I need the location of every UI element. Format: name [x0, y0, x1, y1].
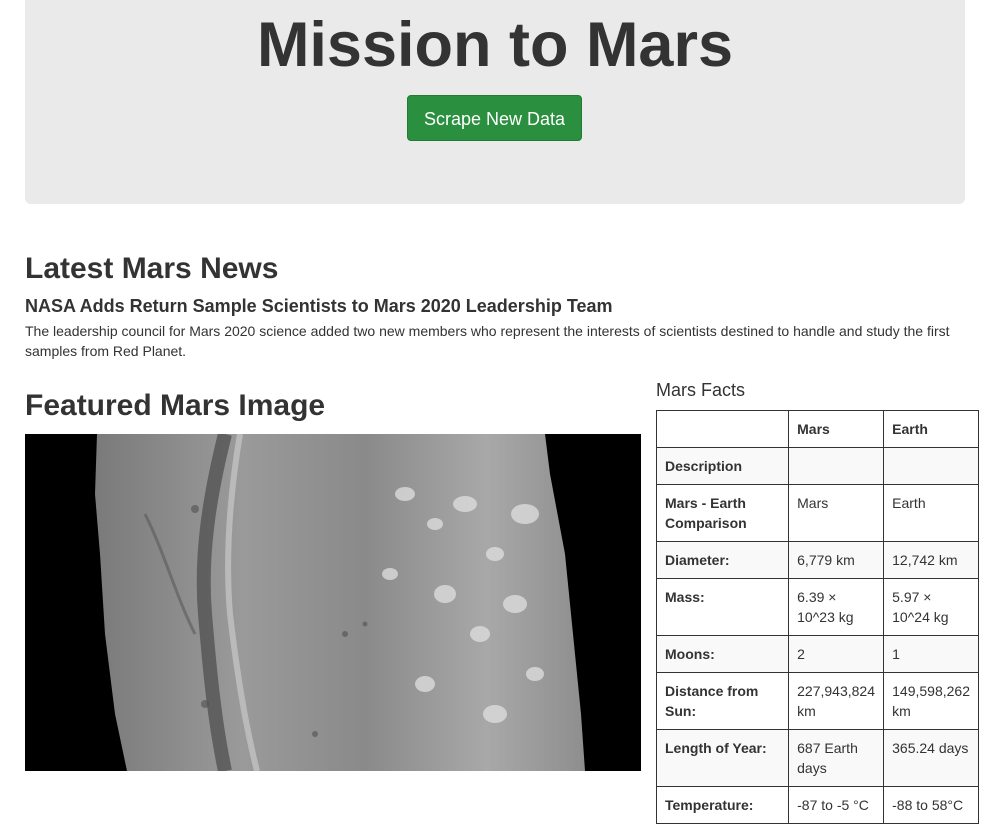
table-row: Length of Year: 687 Earth days 365.24 da…: [655, 729, 979, 787]
table-row: Temperature: -87 to -5 °C -88 to 58°C: [655, 786, 979, 824]
column-header-mars: Mars: [788, 410, 885, 448]
table-row: Moons: 2 1: [655, 635, 979, 673]
row-mars-value: Mars: [788, 484, 885, 542]
row-earth-value: 1: [883, 635, 979, 673]
table-header-row: Mars Earth: [655, 410, 979, 448]
table-row: Mars - Earth Comparison Mars Earth: [655, 484, 979, 542]
row-key: Moons:: [655, 635, 790, 673]
row-earth-value: 12,742 km: [883, 541, 979, 579]
row-earth-value: 149,598,262 km: [883, 672, 979, 730]
row-mars-value: 687 Earth days: [788, 729, 885, 787]
table-row: Diameter: 6,779 km 12,742 km: [655, 541, 979, 579]
scrape-new-data-button[interactable]: Scrape New Data: [407, 95, 582, 141]
row-mars-value: 227,943,824 km: [788, 672, 885, 730]
column-header-earth: Earth: [883, 410, 979, 448]
row-mars-value: -87 to -5 °C: [788, 786, 885, 824]
row-earth-value: Earth: [883, 484, 979, 542]
table-row: Description: [655, 447, 979, 485]
row-mars-value: 2: [788, 635, 885, 673]
table-row: Mass: 6.39 × 10^23 kg 5.97 × 10^24 kg: [655, 578, 979, 636]
mars-facts-table: Mars Earth Description Mars - Earth Comp…: [655, 410, 979, 824]
row-key: Temperature:: [655, 786, 790, 824]
jumbotron: Mission to Mars Scrape New Data: [25, 0, 965, 204]
table-row: Distance from Sun: 227,943,824 km 149,59…: [655, 672, 979, 730]
news-paragraph: The leadership council for Mars 2020 sci…: [25, 323, 950, 359]
row-earth-value: 5.97 × 10^24 kg: [883, 578, 979, 636]
row-key: Length of Year:: [655, 729, 790, 787]
row-key: Diameter:: [655, 541, 790, 579]
row-earth-value: 365.24 days: [883, 729, 979, 787]
row-earth-value: -88 to 58°C: [883, 786, 979, 824]
mars-facts-heading: Mars Facts: [656, 380, 746, 400]
latest-news-heading: Latest Mars News: [25, 252, 279, 285]
news-title: NASA Adds Return Sample Scientists to Ma…: [25, 296, 613, 316]
featured-image-heading: Featured Mars Image: [25, 389, 326, 422]
row-earth-value: [883, 447, 979, 485]
row-mars-value: 6,779 km: [788, 541, 885, 579]
row-key: Distance from Sun:: [655, 672, 790, 730]
page-title: Mission to Mars: [256, 10, 734, 80]
row-key: Description: [655, 447, 790, 485]
row-key: Mars - Earth Comparison: [655, 484, 790, 542]
row-key: Mass:: [655, 578, 790, 636]
column-header-blank: [655, 410, 790, 448]
row-mars-value: [788, 447, 885, 485]
featured-mars-image: [25, 432, 641, 773]
row-mars-value: 6.39 × 10^23 kg: [788, 578, 885, 636]
